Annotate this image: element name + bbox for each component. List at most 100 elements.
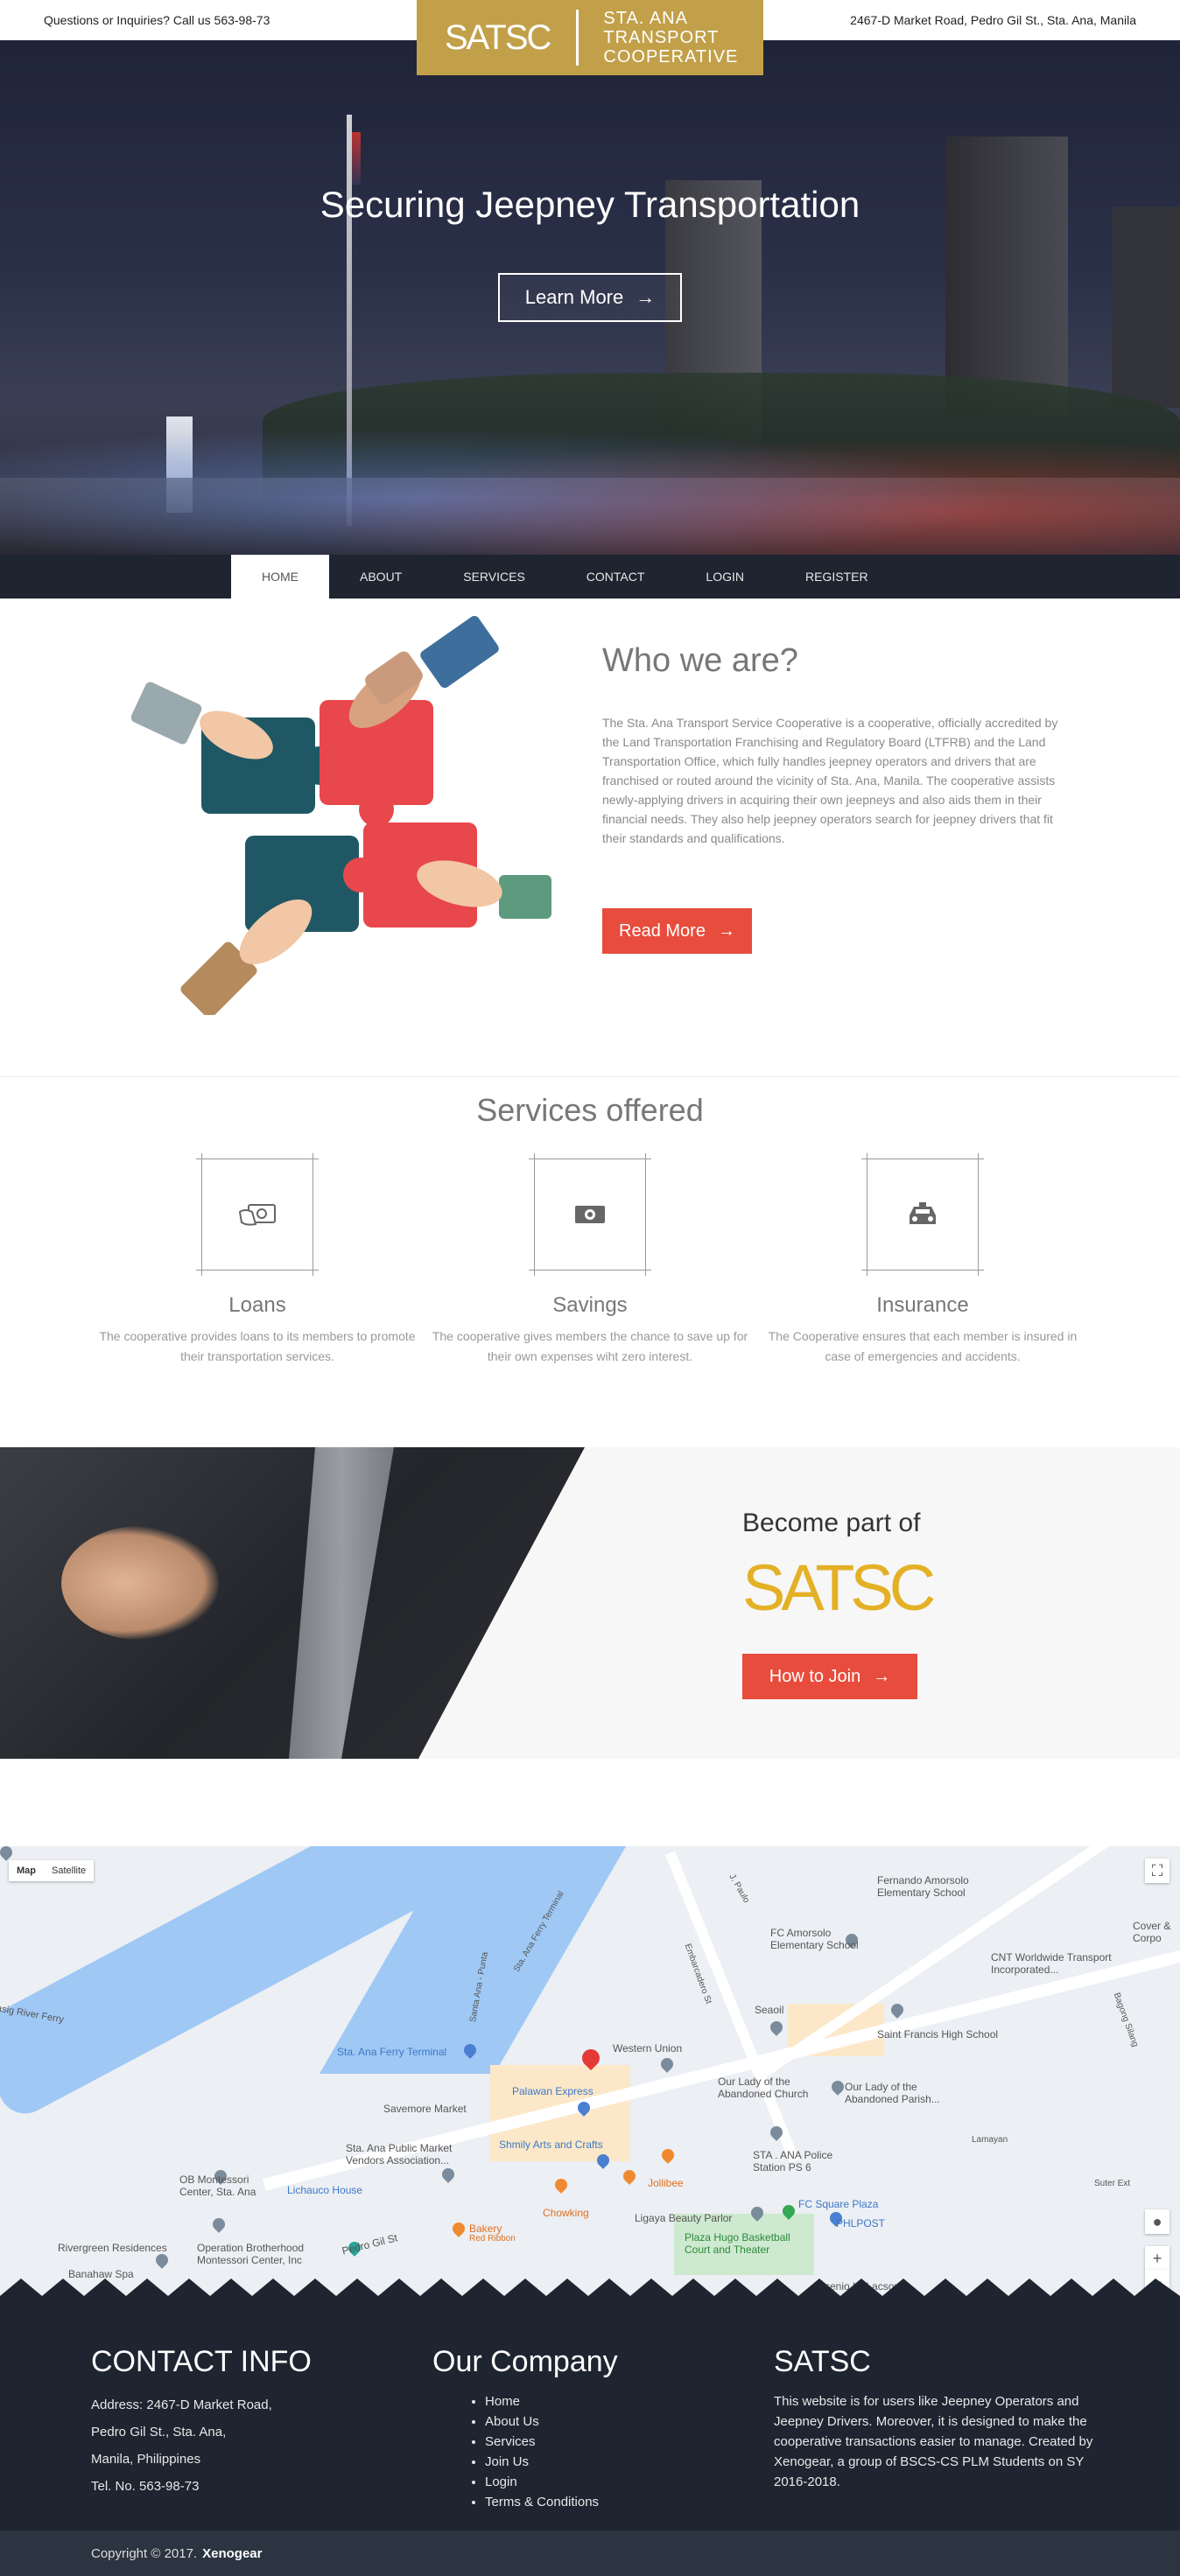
map-label: Jollibee	[648, 2177, 684, 2189]
how-to-join-label: How to Join	[769, 1666, 861, 1686]
map-label: CNT Worldwide Transport Incorporated...	[991, 1951, 1112, 1976]
logo-line-1: STA. ANA	[603, 9, 688, 28]
footer-link-terms[interactable]: Terms & Conditions	[485, 2492, 618, 2512]
map-type-satellite[interactable]: Satellite	[44, 1860, 94, 1881]
footer-company-title: Our Company	[432, 2345, 618, 2378]
map-poi-icon	[829, 2078, 846, 2096]
service-name: Loans	[228, 1293, 286, 1317]
nav-item-home[interactable]: HOME	[231, 555, 329, 598]
main-nav: HOME ABOUT SERVICES CONTACT LOGIN REGIST…	[0, 555, 1180, 598]
map-label: Shmily Arts and Crafts	[499, 2138, 603, 2151]
map-label: Plaza Hugo Basketball Court and Theater	[685, 2231, 790, 2256]
footer-link-join[interactable]: Join Us	[485, 2452, 618, 2472]
logo-divider	[576, 10, 579, 66]
copyright-text: Copyright © 2017.	[91, 2545, 198, 2561]
zoom-in-button[interactable]: +	[1145, 2246, 1169, 2271]
map-label: Suter Ext	[1094, 2179, 1131, 2188]
map-label: Bakery	[469, 2222, 502, 2235]
map-label: Our Lady of the Abandoned Parish...	[845, 2081, 940, 2105]
map-poi-icon	[210, 2216, 228, 2233]
service-name: Insurance	[876, 1293, 969, 1317]
service-description: The Cooperative ensures that each member…	[768, 1329, 1078, 1363]
join-section	[0, 1447, 1180, 1759]
services-title: Services offered	[476, 1092, 704, 1128]
footer-contact-line: Tel. No. 563-98-73	[91, 2479, 200, 2494]
inquiry-text: Questions or Inquiries? Call us 563-98-7…	[44, 13, 270, 27]
join-subtitle: Become part of	[742, 1508, 921, 1537]
hero-building	[945, 136, 1068, 416]
footer-link-home[interactable]: Home	[485, 2391, 618, 2412]
footer-link-about[interactable]: About Us	[485, 2412, 618, 2432]
puzzle-hands-illustration	[131, 615, 551, 1015]
service-loans: Loans The cooperative provides loans to …	[91, 1153, 424, 1367]
map-label: Bagong Silang	[1111, 1992, 1141, 2048]
hero-title: Securing Jeepney Transportation	[320, 184, 860, 225]
footer-company: Our Company Home About Us Services Join …	[432, 2345, 618, 2512]
arrow-right-icon: →	[873, 1666, 891, 1686]
service-insurance: Insurance The Cooperative ensures that e…	[756, 1153, 1089, 1367]
service-savings: Savings The cooperative gives members th…	[424, 1153, 756, 1367]
service-name: Savings	[552, 1293, 628, 1317]
map-label: FC Square Plaza	[798, 2198, 879, 2210]
nav-item-login[interactable]: LOGIN	[675, 555, 775, 598]
nav-item-register[interactable]: REGISTER	[775, 555, 899, 598]
service-icon-frame	[529, 1153, 651, 1276]
map-label: Our Lady of the Abandoned Church	[718, 2076, 809, 2100]
map-label: J. Paulo	[727, 1872, 752, 1905]
logo-line-3: COOPERATIVE	[603, 47, 739, 66]
nav-items: HOME ABOUT SERVICES CONTACT LOGIN REGIST…	[231, 555, 899, 598]
service-description: The cooperative provides loans to its me…	[99, 1329, 416, 1363]
map-type-map[interactable]: Map	[9, 1860, 44, 1881]
map-poi-icon	[439, 2166, 457, 2183]
arrow-right-icon: →	[717, 920, 735, 941]
map-poi-icon	[768, 2019, 785, 2036]
google-map[interactable]: Map Satellite ⛶ ● + − Sta. Ana Ferry Ter…	[0, 1846, 1180, 2310]
logo-text: STA. ANA TRANSPORT COOPERATIVE	[603, 9, 738, 66]
arrow-right-icon: →	[636, 286, 656, 308]
hero-building	[1112, 206, 1180, 408]
map-label: Cover & Corpo	[1133, 1920, 1171, 1944]
pegman-icon[interactable]: ●	[1145, 2209, 1169, 2234]
map-label: Sta. Ana Ferry Terminal	[337, 2046, 447, 2058]
join-logo: SATSC	[742, 1551, 936, 1624]
map-label: FC Amorsolo Elementary School	[770, 1927, 859, 1951]
nav-item-about[interactable]: ABOUT	[329, 555, 432, 598]
nav-item-contact[interactable]: CONTACT	[556, 555, 676, 598]
map-poi-icon	[153, 2251, 171, 2269]
footer-link-login[interactable]: Login	[485, 2472, 618, 2492]
map-type-control: Map Satellite	[9, 1860, 95, 1881]
logo-line-2: TRANSPORT	[603, 28, 720, 47]
map-label: Chowking	[543, 2207, 589, 2219]
service-icon-frame	[196, 1153, 319, 1276]
footer-contact: CONTACT INFO Address: 2467-D Market Road…	[91, 2345, 312, 2500]
map-label: OB Montessori Center, Sta. Ana	[179, 2174, 256, 2198]
footer-contact-line: Address: 2467-D Market Road,	[91, 2398, 272, 2412]
footer-link-services[interactable]: Services	[485, 2432, 618, 2452]
learn-more-label: Learn More	[524, 286, 624, 308]
about-title: Who we are?	[602, 642, 798, 679]
handshake-photo	[0, 1447, 585, 1759]
map-poi-icon	[621, 2167, 638, 2185]
service-icon-frame	[861, 1153, 984, 1276]
footer-satsc-text: This website is for users like Jeepney O…	[774, 2394, 1093, 2489]
read-more-button[interactable]: Read More →	[602, 908, 752, 954]
site-logo[interactable]: SATSC STA. ANA TRANSPORT COOPERATIVE	[417, 0, 763, 75]
map-label: PHLPOST	[836, 2217, 886, 2230]
footer-zigzag	[0, 2278, 1180, 2310]
footer-links: Home About Us Services Join Us Login Ter…	[432, 2391, 618, 2512]
map-poi-icon	[889, 2001, 906, 2019]
footer: CONTACT INFO Address: 2467-D Market Road…	[0, 2310, 1180, 2530]
nav-item-services[interactable]: SERVICES	[432, 555, 556, 598]
how-to-join-button[interactable]: How to Join →	[742, 1654, 917, 1699]
map-label: Pedro Gil St	[341, 2231, 399, 2258]
map-label: Savemore Market	[383, 2103, 467, 2115]
map-label: Rivergreen Residences	[58, 2242, 167, 2254]
fullscreen-icon[interactable]: ⛶	[1145, 1858, 1169, 1883]
learn-more-button[interactable]: Learn More →	[498, 273, 682, 322]
map-label: Ligaya Beauty Parlor	[635, 2212, 733, 2224]
map-label: Operation Brotherhood Montessori Center,…	[197, 2242, 305, 2266]
taxi-icon	[910, 1202, 936, 1224]
map-label: Lamayan	[972, 2135, 1008, 2145]
map-poi-icon	[552, 2176, 570, 2194]
copyright-brand-link[interactable]: Xenogear	[202, 2546, 262, 2561]
